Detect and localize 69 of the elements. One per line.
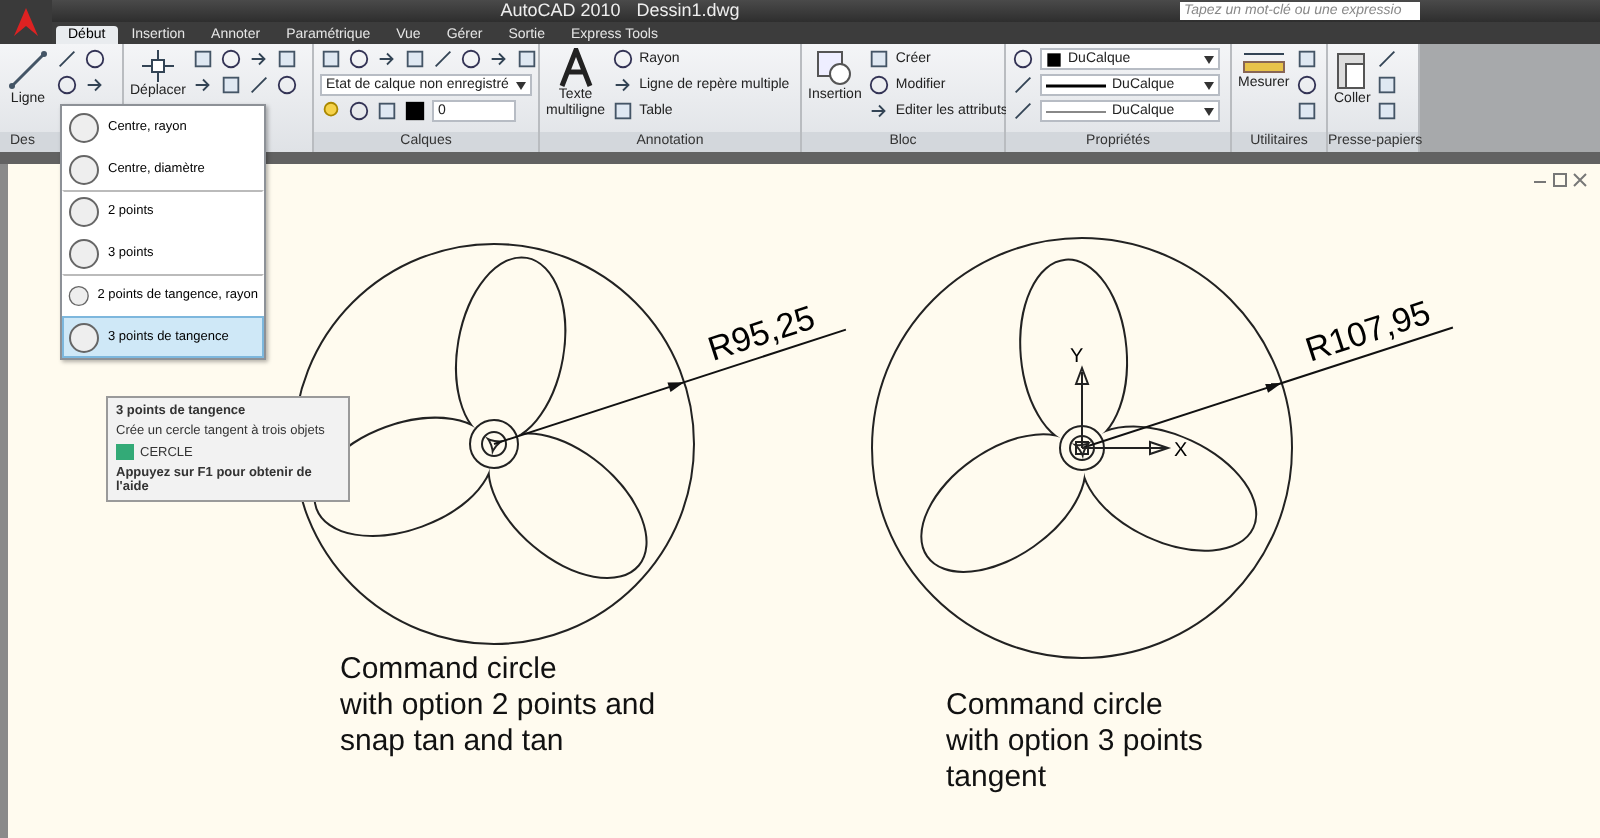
hub-drawing: [469, 419, 519, 469]
color-swatch-icon: [1046, 51, 1062, 67]
line-icon[interactable]: [56, 48, 78, 70]
axis-label: Y: [1070, 346, 1084, 368]
arrow-icon[interactable]: [611, 74, 634, 96]
dimension-text: R95,25: [703, 298, 820, 369]
circle-icon[interactable]: [276, 74, 299, 96]
move-icon: [138, 48, 178, 84]
line-icon[interactable]: [248, 74, 271, 96]
ruler-icon: [1241, 48, 1286, 76]
circle-icon[interactable]: [611, 48, 634, 70]
circle-icon[interactable]: [1012, 48, 1034, 70]
hub-drawing: [1059, 425, 1105, 471]
caret-icon[interactable]: [1204, 107, 1214, 115]
arrow-icon[interactable]: [192, 74, 215, 96]
command-icon: [116, 444, 134, 460]
arrow-icon[interactable]: [376, 48, 398, 70]
app-title: AutoCAD 2010: [500, 2, 621, 20]
square-icon[interactable]: [1295, 48, 1318, 70]
square-icon[interactable]: [516, 48, 538, 70]
insert-block-icon: [814, 48, 855, 88]
linetype-icon: [1046, 81, 1106, 89]
circle-icon[interactable]: [348, 100, 370, 122]
line-icon[interactable]: [1376, 48, 1399, 70]
square-icon[interactable]: [1295, 100, 1318, 122]
square-icon[interactable]: [1376, 74, 1399, 96]
clipboard-icon: [1336, 48, 1369, 92]
caption: Command circle with option 3 points tangent: [946, 688, 1203, 796]
ucs-axes-icon: [1074, 365, 1172, 456]
line-icon: [6, 48, 50, 92]
square-icon[interactable]: [611, 100, 634, 122]
circle-icon[interactable]: [84, 48, 106, 70]
circle-icon: [68, 111, 100, 143]
circle-icon[interactable]: [348, 48, 370, 70]
circle-icon: [68, 153, 100, 185]
window-controls-icon[interactable]: [1532, 172, 1592, 188]
line-icon[interactable]: [432, 48, 454, 70]
square-icon[interactable]: [867, 48, 890, 70]
square-icon[interactable]: [320, 48, 342, 70]
circle-icon: [68, 195, 100, 227]
caret-icon[interactable]: [1204, 55, 1214, 63]
circle-icon[interactable]: [1295, 74, 1318, 96]
circle-icon: [68, 237, 100, 269]
circle-icon[interactable]: [56, 74, 78, 96]
arrow-icon[interactable]: [84, 74, 106, 96]
line-icon[interactable]: [1012, 74, 1034, 96]
circle-icon[interactable]: [867, 74, 890, 96]
axis-label: X: [1174, 440, 1188, 462]
square-icon[interactable]: [276, 48, 299, 70]
caret-icon[interactable]: [1204, 81, 1214, 89]
linetype-icon: [1046, 107, 1106, 115]
circle-icon[interactable]: [460, 48, 482, 70]
caption: Command circle with option 2 points and snap tan and tan: [340, 652, 656, 760]
circle-icon: [68, 321, 100, 353]
square-icon[interactable]: [1376, 100, 1399, 122]
arrow-icon[interactable]: [867, 100, 890, 122]
arrow-icon[interactable]: [488, 48, 510, 70]
circle-icon[interactable]: [220, 48, 243, 70]
logo-icon: [10, 6, 42, 38]
square-icon[interactable]: [192, 48, 215, 70]
square-icon[interactable]: [220, 74, 243, 96]
square-icon[interactable]: [404, 48, 426, 70]
arrow-icon[interactable]: [248, 48, 271, 70]
square-icon[interactable]: [376, 100, 398, 122]
document-title: Dessin1.dwg: [636, 2, 740, 20]
line-icon[interactable]: [1012, 100, 1034, 122]
letter-a-icon: [555, 48, 596, 88]
caret-icon[interactable]: [516, 81, 526, 89]
color-swatch-icon: [404, 100, 426, 122]
